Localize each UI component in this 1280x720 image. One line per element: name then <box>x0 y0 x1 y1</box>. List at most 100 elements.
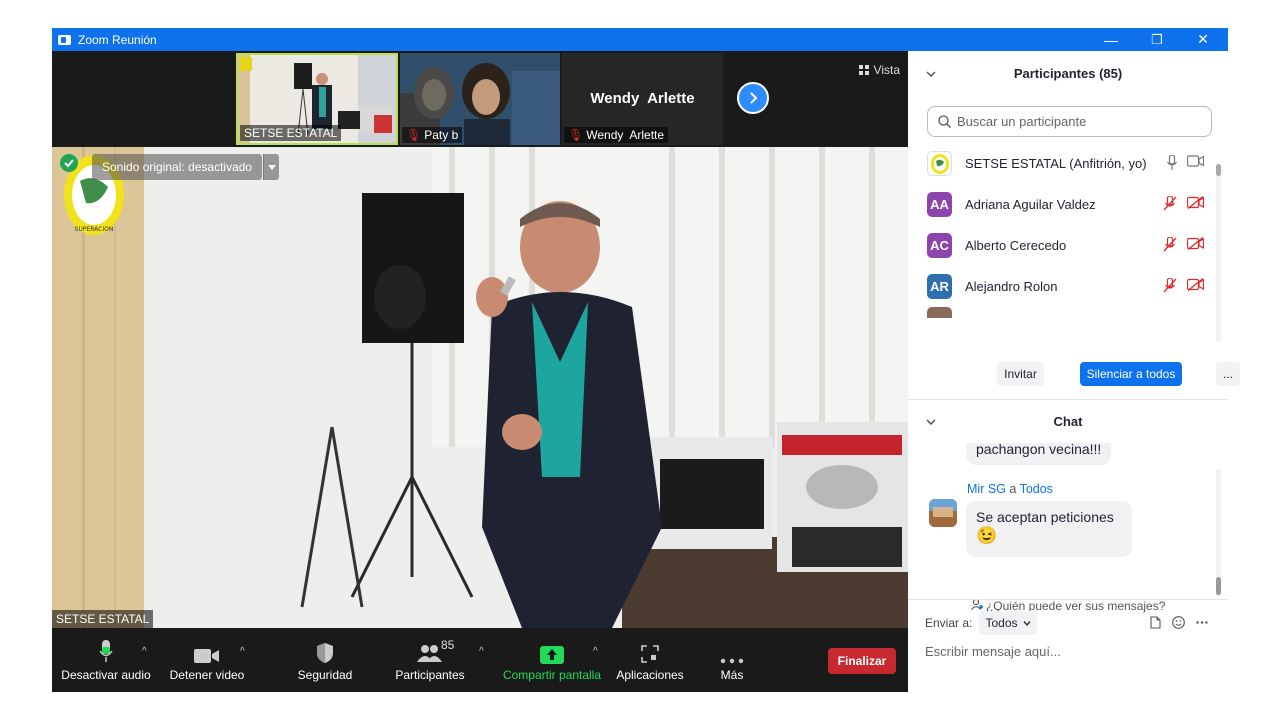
avatar: AC <box>927 233 952 258</box>
chat-sender[interactable]: Mir SG <box>967 482 1006 496</box>
chevron-down-icon <box>267 164 276 170</box>
chat-recipient[interactable]: Todos <box>1020 482 1053 496</box>
mute-audio-label: Desactivar audio <box>61 668 151 682</box>
microphone-icon <box>99 640 113 662</box>
main-video: SUPERACION Sonido original: desactivado … <box>52 147 908 628</box>
muted-mic-icon[interactable] <box>1163 278 1177 293</box>
muted-mic-icon: 🎙 <box>568 128 584 142</box>
thumb-name: SETSE ESTATAL <box>244 126 338 140</box>
avatar <box>929 499 957 527</box>
chat-message-input[interactable]: Escribir mensaje aquí... <box>925 644 1061 659</box>
end-meeting-button[interactable]: Finalizar <box>828 648 896 674</box>
thumb-center-name: Wendy Arlette <box>590 90 695 107</box>
chevron-down-icon <box>1022 620 1031 626</box>
view-label: Vista <box>873 63 900 77</box>
participant-row[interactable]: AA Adriana Aguilar Valdez <box>908 184 1218 225</box>
speaker-name-tag: SETSE ESTATAL <box>52 610 154 628</box>
thumb-paty-b[interactable]: 🎙 Paty b <box>400 53 560 145</box>
avatar: AR <box>927 274 952 299</box>
participant-list-scrollbar[interactable] <box>1216 164 1221 342</box>
thumb-name-tag: 🎙 Wendy Arlette <box>564 127 669 143</box>
mute-all-button[interactable]: Silenciar a todos <box>1080 362 1182 386</box>
logo-text: SUPERACION <box>75 226 114 233</box>
video-off-icon[interactable] <box>1187 196 1204 209</box>
send-to-select[interactable]: Todos <box>979 611 1037 635</box>
original-sound-toggle[interactable]: Sonido original: desactivado <box>92 154 263 180</box>
view-button[interactable]: Vista <box>858 63 900 77</box>
title-bar: Zoom Reunión — ❐ ✕ <box>52 28 1228 51</box>
share-options-caret[interactable]: ^ <box>593 646 598 657</box>
audio-options-caret[interactable]: ^ <box>142 646 147 657</box>
avatar: AA <box>927 192 952 217</box>
chat-to-word: a <box>1009 482 1017 496</box>
video-off-icon[interactable] <box>1187 278 1204 291</box>
video-camera-icon[interactable] <box>1187 155 1204 167</box>
thumbnail-strip: SETSE ESTATAL 🎙 Paty b Wendy Arlette 🎙 W… <box>52 51 908 147</box>
meeting-toolbar: Desactivar audio ^ Detener video ^ Segur… <box>52 628 908 692</box>
collapse-participants-icon[interactable] <box>926 66 936 80</box>
stop-video-label: Detener video <box>169 668 245 682</box>
emoji-icon[interactable] <box>1172 616 1185 629</box>
close-button[interactable]: ✕ <box>1180 28 1226 51</box>
minimize-button[interactable]: — <box>1088 28 1134 51</box>
restore-button[interactable]: ❐ <box>1134 28 1180 51</box>
share-screen-button[interactable]: Compartir pantalla <box>500 628 604 692</box>
apps-label: Aplicaciones <box>616 668 684 682</box>
file-icon[interactable] <box>1150 616 1161 629</box>
original-sound-dropdown[interactable] <box>263 154 279 180</box>
muted-mic-icon: 🎙 <box>406 128 422 142</box>
chevron-right-icon <box>750 92 758 104</box>
video-camera-icon <box>194 649 219 663</box>
send-to-label: Enviar a: <box>925 616 973 630</box>
security-button[interactable]: Seguridad <box>289 628 361 692</box>
chat-title: Chat <box>1053 413 1083 429</box>
microphone-icon[interactable] <box>1167 155 1177 170</box>
speaker-video-frame: SUPERACION <box>52 147 908 628</box>
more-dots-icon[interactable] <box>1196 621 1208 624</box>
thumb-name: Wendy Arlette <box>586 128 665 142</box>
muted-mic-icon[interactable] <box>1163 196 1177 211</box>
security-label: Seguridad <box>297 668 353 682</box>
video-area: SETSE ESTATAL 🎙 Paty b Wendy Arlette 🎙 W… <box>52 51 908 692</box>
participant-row[interactable]: SETSE ESTATAL (Anfitrión, yo) <box>908 143 1218 184</box>
more-button[interactable]: Más <box>708 628 756 692</box>
chat-section: Chat pachangon vecina!!! Mir SG a Todos … <box>908 399 1228 613</box>
muted-mic-icon[interactable] <box>1163 237 1177 252</box>
avatar <box>927 151 952 176</box>
thumb-wendy-arlette[interactable]: Wendy Arlette 🎙 Wendy Arlette <box>562 53 723 145</box>
participant-name: Alberto Cerecedo <box>965 238 1067 253</box>
next-page-button[interactable] <box>737 82 769 114</box>
zoom-logo-icon <box>58 34 71 45</box>
collapse-chat-icon[interactable] <box>926 414 936 428</box>
chat-message-bubble: pachangon vecina!!! <box>966 443 1112 465</box>
thumb-name-tag: 🎙 Paty b <box>402 127 463 143</box>
video-off-icon[interactable] <box>1187 237 1204 250</box>
grid-icon <box>858 65 869 75</box>
video-options-caret[interactable]: ^ <box>240 646 245 657</box>
shield-icon <box>317 643 333 663</box>
chat-scrollbar[interactable] <box>1216 469 1221 597</box>
participants-button[interactable]: 85 Participantes <box>390 628 470 692</box>
participant-search-input[interactable]: Buscar un participante <box>927 106 1212 137</box>
chat-message-text: Se aceptan peticiones <box>976 509 1114 525</box>
share-screen-icon <box>540 646 564 664</box>
participant-row-partial[interactable] <box>908 307 1218 318</box>
original-sound-label: Sonido original: desactivado <box>102 160 253 174</box>
participants-options-caret[interactable]: ^ <box>479 646 484 657</box>
mute-audio-button[interactable]: Desactivar audio <box>60 628 152 692</box>
search-placeholder: Buscar un participante <box>957 114 1087 129</box>
participants-more-button[interactable]: ... <box>1216 362 1240 386</box>
participant-row[interactable]: AR Alejandro Rolon <box>908 266 1218 307</box>
participant-name: Adriana Aguilar Valdez <box>965 197 1096 212</box>
thumb-setse-estatal[interactable]: SETSE ESTATAL <box>236 53 398 145</box>
window-title: Zoom Reunión <box>78 32 157 47</box>
participant-row[interactable]: AC Alberto Cerecedo <box>908 225 1218 266</box>
apps-icon <box>641 645 659 663</box>
stop-video-button[interactable]: Detener video <box>162 628 252 692</box>
thumb-name: Paty b <box>424 128 459 142</box>
apps-button[interactable]: Aplicaciones <box>612 628 688 692</box>
participant-list: SETSE ESTATAL (Anfitrión, yo) AA Adriana… <box>908 143 1218 318</box>
encryption-shield-icon[interactable] <box>60 154 78 172</box>
invite-button[interactable]: Invitar <box>997 362 1044 386</box>
more-label: Más <box>720 668 744 682</box>
